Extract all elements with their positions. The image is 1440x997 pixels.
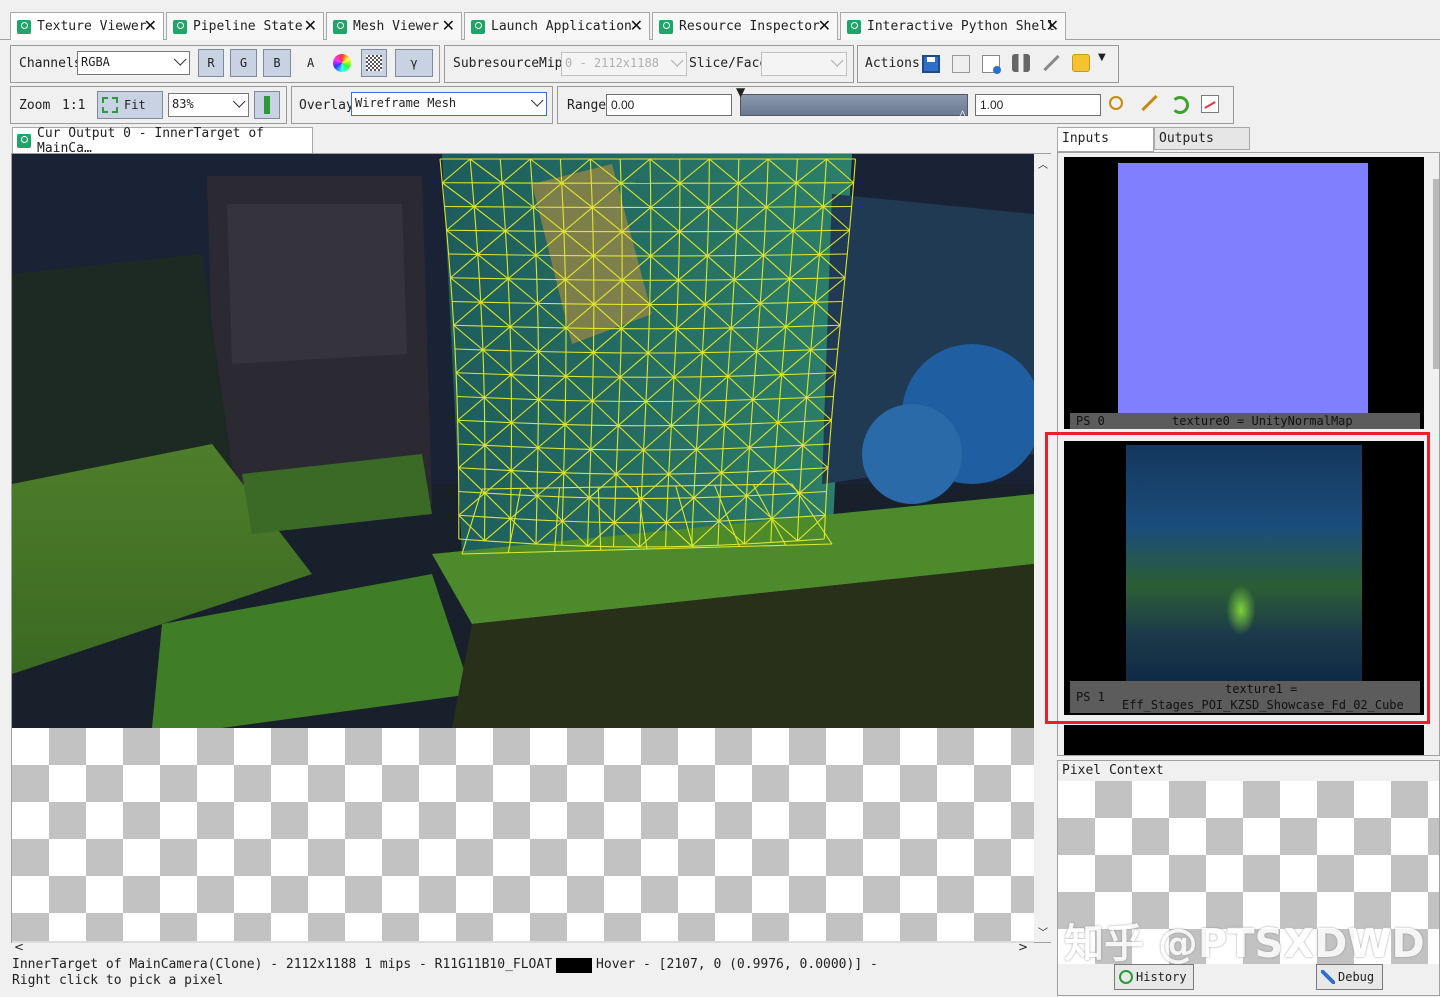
panel-icon [659,19,673,34]
thumbnail-ps1[interactable]: PS 1 texture1 = Eff_Stages_POI_KZSD_Show… [1064,441,1424,715]
chevron-up-icon[interactable]: ︿ [1038,156,1048,171]
checkerboard-toggle[interactable] [361,49,387,77]
fit-icon [102,97,118,113]
range-max-input[interactable]: 1.00 [975,94,1101,116]
zoom-1to1-button[interactable]: 1:1 [62,98,85,113]
close-icon[interactable]: ✕ [304,16,317,35]
range-min-input[interactable]: 0.00 [606,94,732,116]
close-icon[interactable]: ✕ [144,16,157,35]
panel-icon [333,19,347,34]
pixel-color-swatch [556,957,593,973]
close-icon[interactable]: ✕ [818,16,831,35]
chevron-down-icon [233,98,245,110]
save-icon[interactable] [922,55,940,73]
chevron-down-icon [174,56,186,68]
history-button[interactable]: History [1114,964,1194,990]
tab-mesh-viewer[interactable]: Mesh Viewer ✕ [326,12,462,40]
tab-pipeline-state[interactable]: Pipeline State ✕ [166,12,324,40]
panel-icon [17,134,31,148]
zoom-toolbar: Zoom 1:1 Fit 83% [10,86,287,124]
close-icon[interactable]: ✕ [442,16,455,35]
texture-view-panel: ︿ ﹀ [11,153,1051,943]
panel-icon [471,19,485,34]
thumbnails-scrollbar[interactable] [1432,155,1440,753]
panel-icon [847,19,861,34]
debug-button[interactable]: Debug [1316,964,1383,990]
watermark: 知乎 @PTSXDWD [1064,921,1425,967]
tab-interactive-python-shell[interactable]: Interactive Python Shell ✕ [840,12,1066,40]
range-min-handle[interactable]: ▼ [736,85,745,99]
tab-current-output[interactable]: Cur Output 0 - InnerTarget of MainCa… [12,126,313,156]
arrow-updown-icon [264,96,270,114]
color-wheel-icon[interactable] [333,54,351,72]
fit-button[interactable]: Fit [97,91,163,119]
status-bar: InnerTarget of MainCamera(Clone) - 2112x… [12,957,878,988]
tab-inputs[interactable]: Inputs [1057,127,1154,152]
range-histogram-slider[interactable] [740,94,968,116]
normal-map-preview [1118,163,1368,413]
actions-toolbar: Actions ▼ [857,45,1119,83]
tab-launch-application[interactable]: Launch Application ✕ [464,12,650,40]
resource-thumbnails-panel: PS 0 texture0 = UnityNormalMap PS 1 text… [1045,152,1440,756]
checkerboard-background [12,728,1034,942]
slice-face-select[interactable] [761,52,847,76]
wireframe-overlay [439,158,857,555]
thumbnail-ps2[interactable] [1064,725,1424,755]
copy-icon[interactable] [952,55,970,73]
eyedropper-icon[interactable] [1042,54,1060,73]
document-tab-bar: Texture Viewer ✕ Pipeline State ✕ Mesh Vie… [0,0,1440,40]
open-file-icon[interactable] [982,55,1001,74]
wrench-icon [1321,970,1335,984]
range-toolbar: Range 0.00 ▼ △ 1.00 [557,85,1234,124]
panel-icon [173,19,187,34]
thumbnail-ps0[interactable]: PS 0 texture0 = UnityNormalMap [1064,157,1424,429]
tab-resource-inspector[interactable]: Resource Inspector ✕ [652,12,838,40]
tab-outputs[interactable]: Outputs [1154,127,1250,150]
subresource-toolbar: Subresource Mip 0 - 2112x1188 Slice/Face [444,45,854,83]
puzzle-icon[interactable] [1072,54,1090,72]
flip-y-button[interactable] [254,91,280,119]
overlay-toolbar: Overlay Wireframe Mesh [291,86,553,124]
clock-icon [1119,970,1133,984]
chevron-down-icon [831,57,843,69]
channel-b-toggle[interactable]: B [263,49,291,77]
pixel-context-panel: Pixel Context 知乎 @PTSXDWD History Debug [1057,760,1440,996]
channels-toolbar: Channels RGBA R G B A γ [10,45,440,83]
chevron-down-icon [531,97,543,109]
mip-select[interactable]: 0 - 2112x1188 [561,52,687,76]
checkerboard-icon [366,55,382,71]
histogram-icon[interactable] [1201,95,1219,113]
horizontal-scrollbar[interactable] [12,941,1034,943]
dropdown-arrow-icon[interactable]: ▼ [1098,52,1106,63]
tab-texture-viewer[interactable]: Texture Viewer ✕ [10,12,164,40]
zoom-select[interactable]: 83% [168,93,249,117]
binoculars-icon[interactable] [1012,54,1030,72]
cubemap-preview [1126,445,1362,681]
range-max-handle[interactable]: △ [958,107,967,121]
pixel-context-title: Pixel Context [1062,763,1164,778]
reset-range-icon[interactable] [1171,96,1189,114]
chevron-right-icon[interactable]: > [1018,940,1028,954]
close-icon[interactable]: ✕ [1046,16,1059,35]
rendered-texture-image[interactable] [12,154,1034,728]
channel-r-toggle[interactable]: R [198,49,224,77]
overlay-select[interactable]: Wireframe Mesh [351,92,547,116]
autofit-icon[interactable] [1140,94,1158,113]
gamma-toggle[interactable]: γ [395,49,433,77]
channels-select[interactable]: RGBA [77,51,190,75]
chevron-down-icon [671,57,683,69]
channel-a-toggle[interactable]: A [307,56,314,70]
close-icon[interactable]: ✕ [630,16,643,35]
channel-g-toggle[interactable]: G [230,49,257,77]
chevron-left-icon[interactable]: < [14,940,24,954]
zoom-range-icon[interactable] [1109,96,1123,110]
panel-icon [17,19,31,34]
chevron-down-icon[interactable]: ﹀ [1038,924,1048,939]
